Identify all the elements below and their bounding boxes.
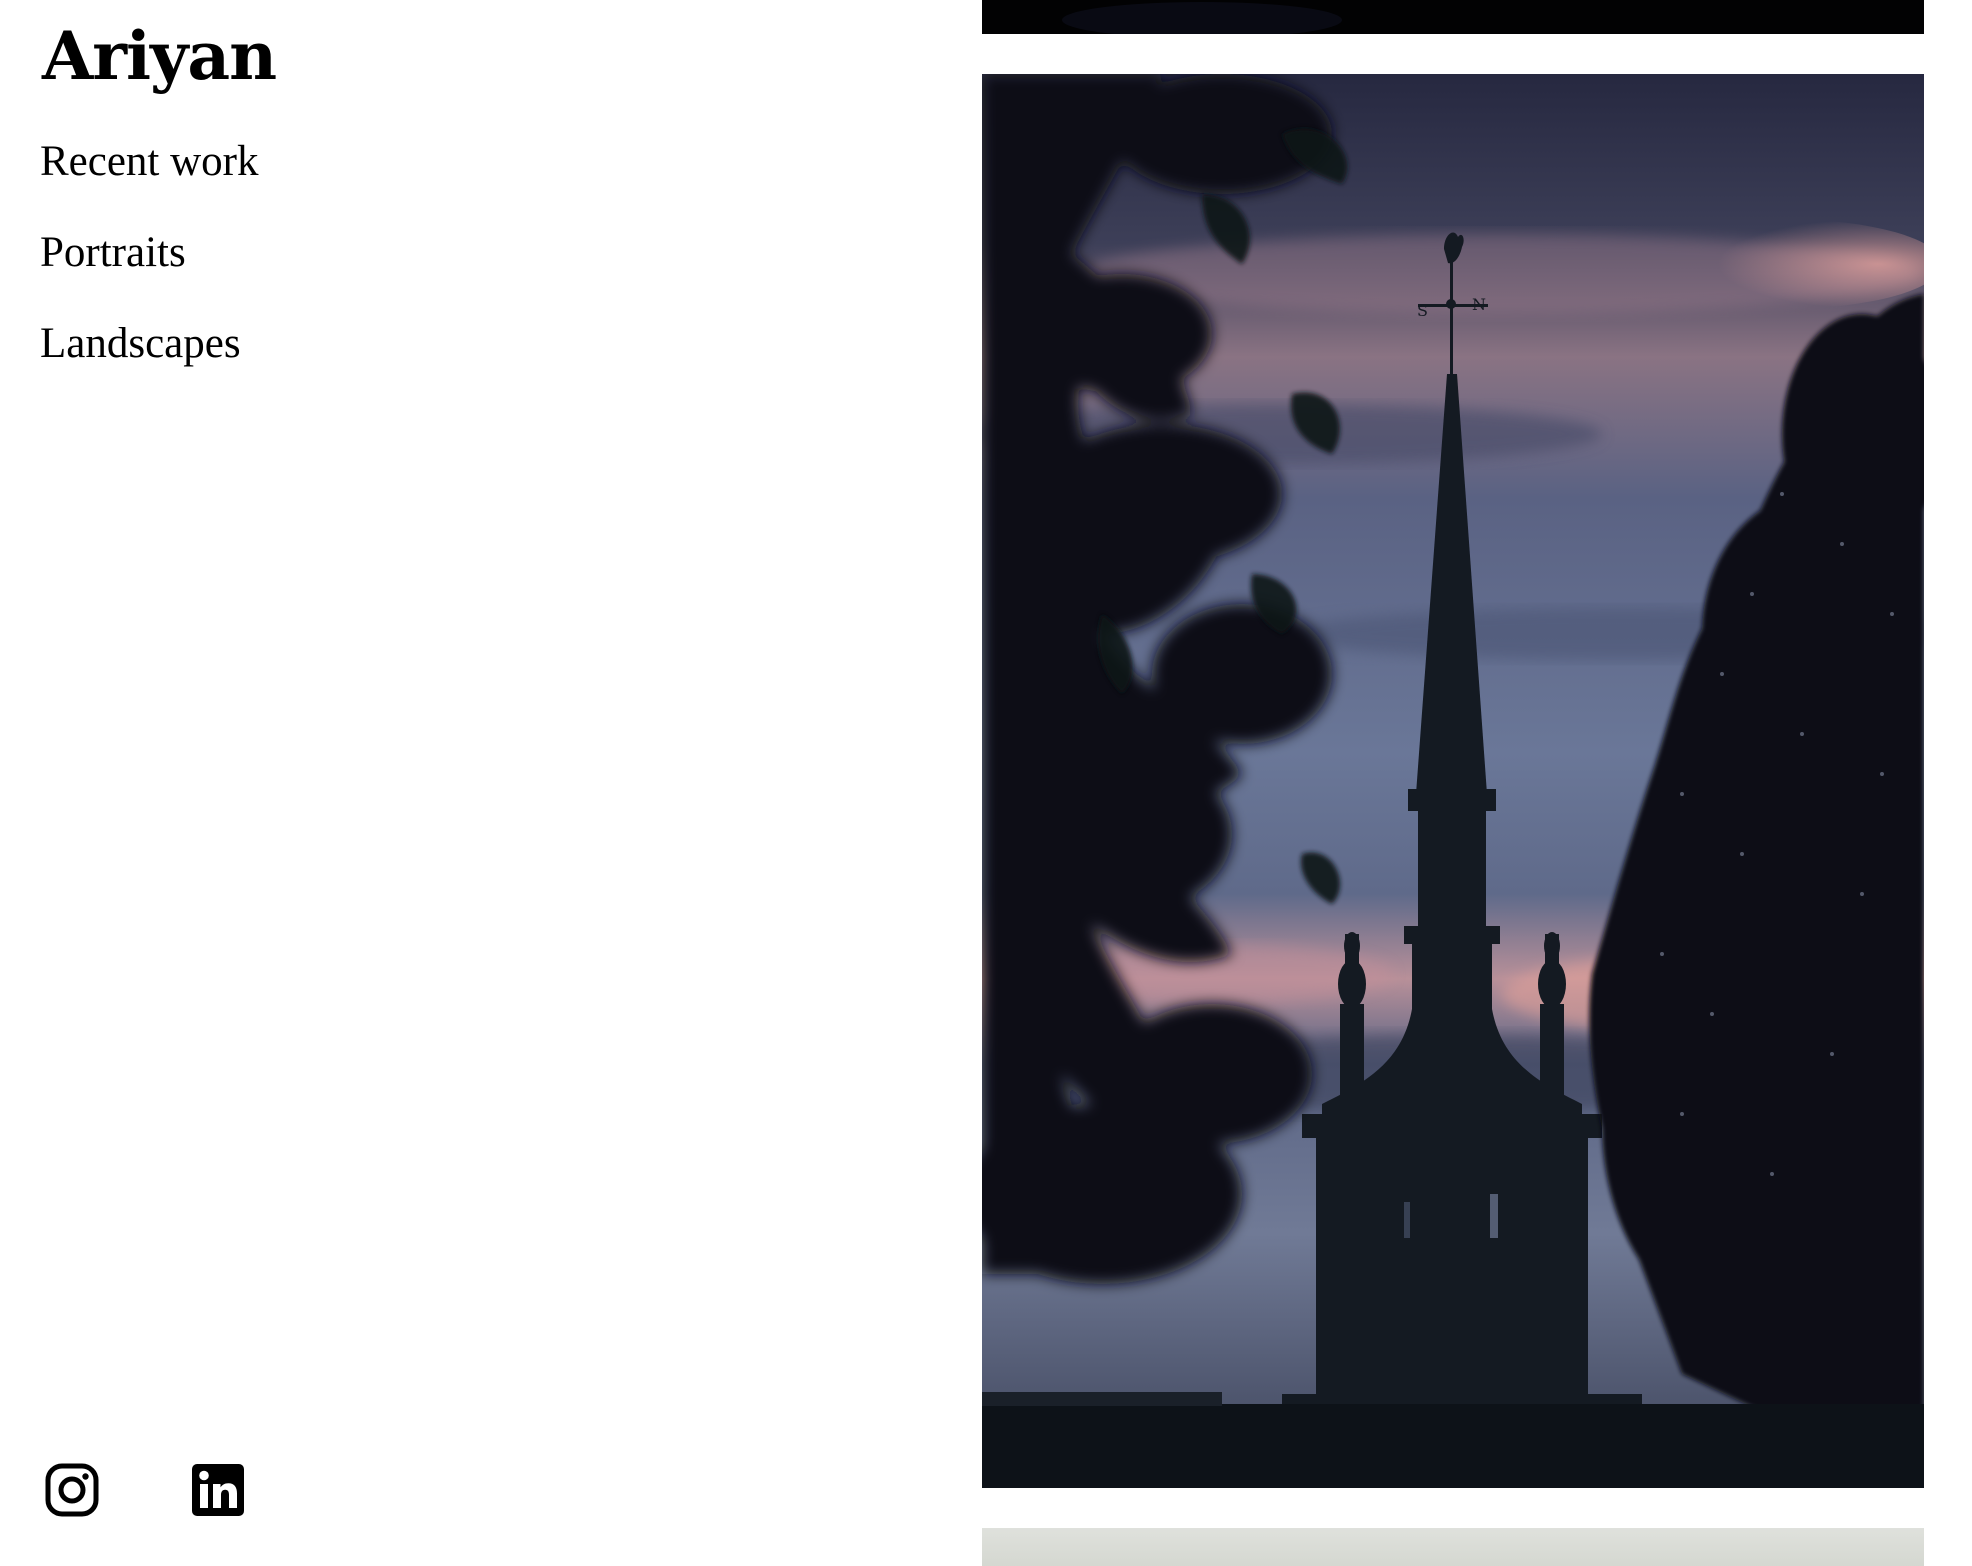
- gallery-photo-bottom[interactable]: [982, 1528, 1924, 1566]
- photo-gallery: S N: [982, 0, 1924, 1566]
- nav-item-recent-work[interactable]: Recent work: [40, 132, 259, 223]
- main-nav: Recent work Portraits Landscapes: [40, 132, 259, 405]
- site-title[interactable]: Ariyan: [42, 20, 277, 93]
- nav-item-portraits[interactable]: Portraits: [40, 223, 259, 314]
- nav-item-landscapes[interactable]: Landscapes: [40, 314, 259, 405]
- linkedin-icon[interactable]: [190, 1462, 246, 1518]
- gallery-photo-top[interactable]: [982, 0, 1924, 34]
- weathervane-letter-n: N: [1472, 295, 1486, 314]
- sidebar: Ariyan Recent work Portraits Landscapes: [0, 0, 700, 1566]
- instagram-icon[interactable]: [44, 1462, 100, 1518]
- gallery-photo-spire[interactable]: S N: [982, 74, 1924, 1488]
- social-links: [44, 1462, 246, 1518]
- weathervane-letter-s: S: [1417, 301, 1428, 320]
